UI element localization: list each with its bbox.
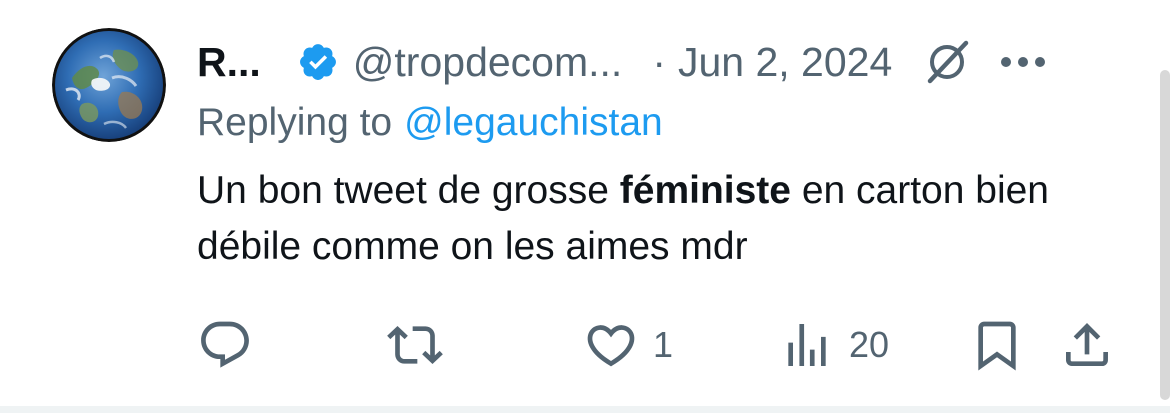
reply-button[interactable] (197, 315, 253, 375)
heart-icon (587, 325, 635, 367)
like-button[interactable]: 1 (583, 315, 673, 375)
author-name[interactable]: R... (197, 39, 261, 86)
avatar[interactable] (52, 28, 166, 142)
tweet-text: Un bon tweet de grosse féministe en cart… (197, 163, 1127, 275)
replying-to-line: Replying to @legauchistan (197, 98, 663, 148)
bookmark-icon (978, 321, 1016, 371)
tweet-date[interactable]: Jun 2, 2024 (678, 39, 892, 86)
tweet-actions: 1 20 (197, 315, 1127, 375)
bottom-divider (0, 406, 1170, 413)
tweet-text-part: Un bon tweet de grosse (197, 169, 620, 212)
more-icon[interactable] (1000, 52, 1046, 72)
views-button[interactable]: 20 (779, 315, 889, 375)
reply-icon (201, 321, 249, 368)
grok-icon[interactable] (922, 37, 972, 87)
reply-mention-link[interactable]: @legauchistan (404, 101, 663, 145)
replying-to-label: Replying to (197, 101, 393, 144)
author-handle[interactable]: @tropdecom... (353, 39, 623, 86)
share-button[interactable] (1059, 315, 1115, 375)
share-icon (1066, 323, 1108, 366)
bar-chart-icon (788, 324, 826, 366)
bookmark-button[interactable] (969, 315, 1025, 375)
views-count: 20 (849, 324, 890, 365)
scrollbar[interactable] (1160, 70, 1170, 400)
like-count: 1 (653, 324, 674, 365)
tweet-text-bold: féministe (619, 169, 791, 212)
separator-dot: · (652, 38, 666, 85)
retweet-icon (387, 326, 443, 364)
tweet[interactable]: R... @tropdecom... · Jun 2, 2024 Replyin… (0, 0, 1170, 413)
tweet-header: R... @tropdecom... · Jun 2, 2024 (197, 30, 1130, 94)
verified-badge-icon[interactable] (297, 41, 339, 83)
avatar-earth-image (52, 28, 166, 142)
retweet-button[interactable] (387, 315, 443, 375)
